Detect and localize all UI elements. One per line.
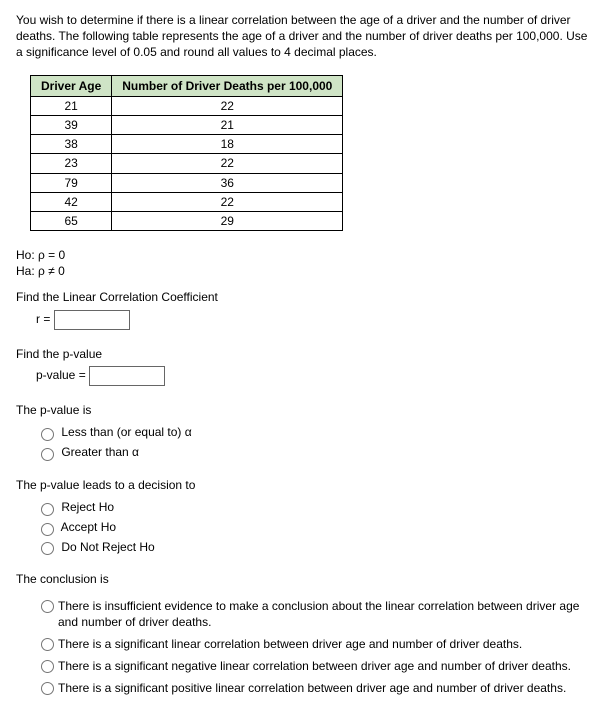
cell-age: 65 <box>31 211 112 230</box>
radio-le-label: Less than (or equal to) α <box>61 425 191 439</box>
radio-reject-label: Reject Ho <box>61 500 114 514</box>
data-table: Driver Age Number of Driver Deaths per 1… <box>30 75 343 232</box>
radio-conc3[interactable] <box>41 660 54 673</box>
radio-row-conc4[interactable]: There is a significant positive linear c… <box>36 680 593 696</box>
pvalue-compare-prompt: The p-value is <box>16 402 593 418</box>
cell-deaths: 21 <box>112 115 343 134</box>
cell-age: 23 <box>31 154 112 173</box>
radio-le[interactable] <box>41 428 54 441</box>
table-row: 3818 <box>31 135 343 154</box>
radio-dnr[interactable] <box>41 542 54 555</box>
cell-age: 21 <box>31 96 112 115</box>
cell-deaths: 22 <box>112 96 343 115</box>
cell-deaths: 22 <box>112 154 343 173</box>
cell-age: 79 <box>31 173 112 192</box>
radio-accept-label: Accept Ho <box>61 520 116 534</box>
table-row: 7936 <box>31 173 343 192</box>
radio-row-conc3[interactable]: There is a significant negative linear c… <box>36 658 593 674</box>
table-row: 6529 <box>31 211 343 230</box>
radio-reject[interactable] <box>41 503 54 516</box>
radio-gt[interactable] <box>41 448 54 461</box>
table-row: 3921 <box>31 115 343 134</box>
table-row: 2122 <box>31 96 343 115</box>
radio-conc3-label: There is a significant negative linear c… <box>58 658 571 674</box>
radio-gt-label: Greater than α <box>61 445 139 459</box>
cell-deaths: 36 <box>112 173 343 192</box>
radio-dnr-label: Do Not Reject Ho <box>61 540 154 554</box>
radio-row-accept[interactable]: Accept Ho <box>36 519 593 536</box>
conclusion-prompt: The conclusion is <box>16 571 593 587</box>
radio-conc1-label: There is insufficient evidence to make a… <box>58 598 593 630</box>
radio-conc2[interactable] <box>41 638 54 651</box>
pvalue-prompt: Find the p-value <box>16 346 593 362</box>
radio-row-reject[interactable]: Reject Ho <box>36 499 593 516</box>
decision-prompt: The p-value leads to a decision to <box>16 477 593 493</box>
col-header-deaths: Number of Driver Deaths per 100,000 <box>112 75 343 96</box>
pvalue-input[interactable] <box>89 366 165 386</box>
alt-hypothesis: Ha: ρ ≠ 0 <box>16 263 593 279</box>
radio-conc1[interactable] <box>41 600 54 613</box>
radio-accept[interactable] <box>41 523 54 536</box>
radio-conc4[interactable] <box>41 682 54 695</box>
pvalue-label: p-value = <box>36 368 86 382</box>
problem-statement: You wish to determine if there is a line… <box>16 12 593 61</box>
table-row: 4222 <box>31 192 343 211</box>
r-input[interactable] <box>54 310 130 330</box>
radio-row-conc1[interactable]: There is insufficient evidence to make a… <box>36 598 593 630</box>
null-hypothesis: Ho: ρ = 0 <box>16 247 593 263</box>
radio-row-gt[interactable]: Greater than α <box>36 444 593 461</box>
cell-age: 39 <box>31 115 112 134</box>
radio-row-dnr[interactable]: Do Not Reject Ho <box>36 539 593 556</box>
cell-deaths: 29 <box>112 211 343 230</box>
radio-row-le[interactable]: Less than (or equal to) α <box>36 424 593 441</box>
correlation-prompt: Find the Linear Correlation Coefficient <box>16 289 593 305</box>
r-label: r = <box>36 312 50 326</box>
col-header-age: Driver Age <box>31 75 112 96</box>
cell-age: 42 <box>31 192 112 211</box>
cell-deaths: 22 <box>112 192 343 211</box>
cell-deaths: 18 <box>112 135 343 154</box>
table-row: 2322 <box>31 154 343 173</box>
radio-conc4-label: There is a significant positive linear c… <box>58 680 566 696</box>
cell-age: 38 <box>31 135 112 154</box>
